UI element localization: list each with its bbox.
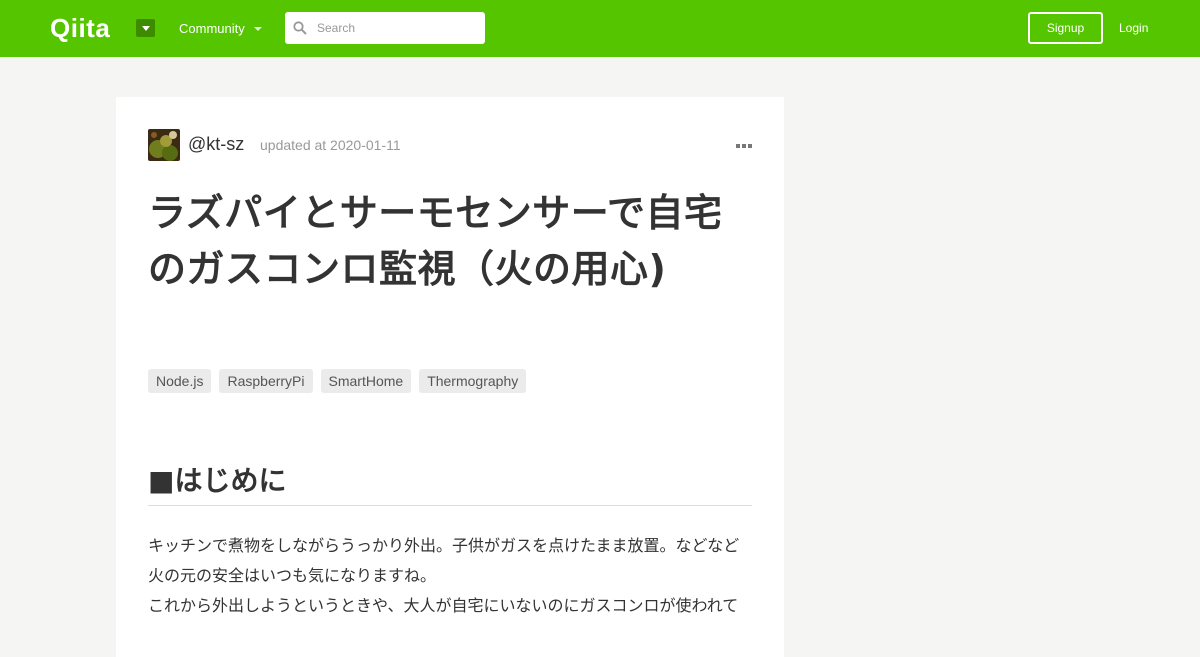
caret-down-icon	[253, 27, 262, 31]
search-icon	[293, 21, 307, 35]
community-menu[interactable]: Community	[179, 21, 262, 37]
tag-raspberrypi[interactable]: RaspberryPi	[219, 369, 313, 393]
search-box[interactable]	[285, 12, 485, 44]
top-navbar: Qiita Community Signup Login	[0, 0, 1200, 57]
paragraph-line: キッチンで煮物をしながらうっかり外出。子供がガスを点けたまま放置。などなど	[148, 536, 740, 555]
search-input[interactable]	[317, 14, 477, 42]
paragraph-line: 火の元の安全はいつも気になりますね。	[148, 566, 437, 585]
tag-list: Node.js RaspberryPi SmartHome Thermograp…	[148, 369, 527, 393]
author-username[interactable]: @kt-sz	[188, 133, 244, 155]
signup-button[interactable]: Signup	[1028, 12, 1103, 44]
avatar-image	[148, 129, 180, 161]
login-link[interactable]: Login	[1119, 19, 1148, 37]
tag-nodejs[interactable]: Node.js	[148, 369, 212, 393]
updated-date: updated at 2020-01-11	[260, 137, 401, 153]
chevron-down-icon	[141, 25, 150, 31]
section-heading: ■はじめに	[148, 459, 752, 506]
logo-menu-button[interactable]	[136, 19, 155, 37]
community-label: Community	[179, 21, 245, 36]
tag-thermography[interactable]: Thermography	[419, 369, 527, 393]
qiita-logo[interactable]: Qiita	[50, 14, 110, 42]
more-options-icon[interactable]	[736, 143, 752, 149]
article-body: キッチンで煮物をしながらうっかり外出。子供がガスを点けたまま放置。などなど 火の…	[148, 531, 752, 621]
paragraph-line: これから外出しようというときや、大人が自宅にいないのにガスコンロが使われて	[148, 596, 739, 615]
article-title: ラズパイとサーモセンサーで自宅のガスコンロ監視（火の用心)	[148, 191, 723, 291]
tag-smarthome[interactable]: SmartHome	[320, 369, 412, 393]
avatar[interactable]	[148, 129, 180, 161]
article-card: @kt-sz updated at 2020-01-11 ラズパイとサーモセンサ…	[116, 97, 784, 657]
